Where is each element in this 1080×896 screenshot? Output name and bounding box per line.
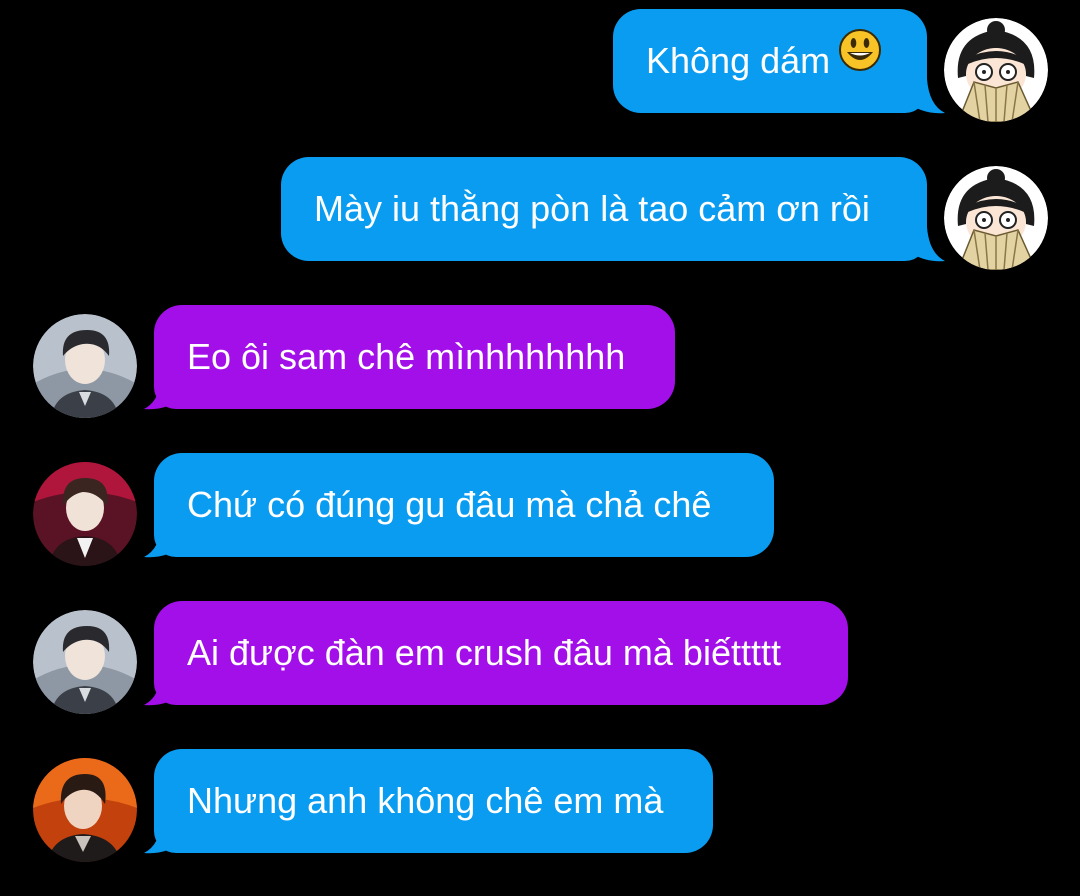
- message-row: Eo ôi sam chê mìnhhhhhhh: [0, 305, 1080, 418]
- girl-fan-avatar[interactable]: [944, 18, 1048, 122]
- male-avatar-gray[interactable]: [33, 314, 137, 418]
- message-row: Nhưng anh không chê em mà: [0, 749, 1080, 862]
- message-text: Không dám: [646, 40, 831, 81]
- message-bubble[interactable]: Không dám: [613, 9, 927, 113]
- chat-thread: Không dám Mày iu thằng pòn là tao cảm ơn…: [0, 0, 1080, 896]
- bubble-tail: [905, 227, 949, 271]
- message-text: Mày iu thằng pòn là tao cảm ơn rồi: [314, 188, 870, 229]
- bubble-tail: [905, 79, 949, 123]
- message-bubble[interactable]: Mày iu thằng pòn là tao cảm ơn rồi: [281, 157, 927, 261]
- message-row: Ai được đàn em crush đâu mà biếttttt: [0, 601, 1080, 714]
- message-row: Không dám: [0, 9, 1080, 122]
- male-avatar-orange[interactable]: [33, 758, 137, 862]
- message-bubble[interactable]: Ai được đàn em crush đâu mà biếttttt: [154, 601, 848, 705]
- message-row: Chứ có đúng gu đâu mà chả chê: [0, 453, 1080, 566]
- message-text: Ai được đàn em crush đâu mà biếttttt: [187, 632, 781, 673]
- male-avatar-red[interactable]: [33, 462, 137, 566]
- grinning-face-emoji: [838, 8, 882, 112]
- message-text: Chứ có đúng gu đâu mà chả chê: [187, 484, 712, 525]
- message-bubble[interactable]: Chứ có đúng gu đâu mà chả chê: [154, 453, 774, 557]
- male-avatar-gray[interactable]: [33, 610, 137, 714]
- message-text: Eo ôi sam chê mìnhhhhhhh: [187, 336, 626, 377]
- message-bubble[interactable]: Eo ôi sam chê mìnhhhhhhh: [154, 305, 675, 409]
- message-row: Mày iu thằng pòn là tao cảm ơn rồi: [0, 157, 1080, 270]
- message-bubble[interactable]: Nhưng anh không chê em mà: [154, 749, 713, 853]
- message-text: Nhưng anh không chê em mà: [187, 780, 664, 821]
- girl-fan-avatar[interactable]: [944, 166, 1048, 270]
